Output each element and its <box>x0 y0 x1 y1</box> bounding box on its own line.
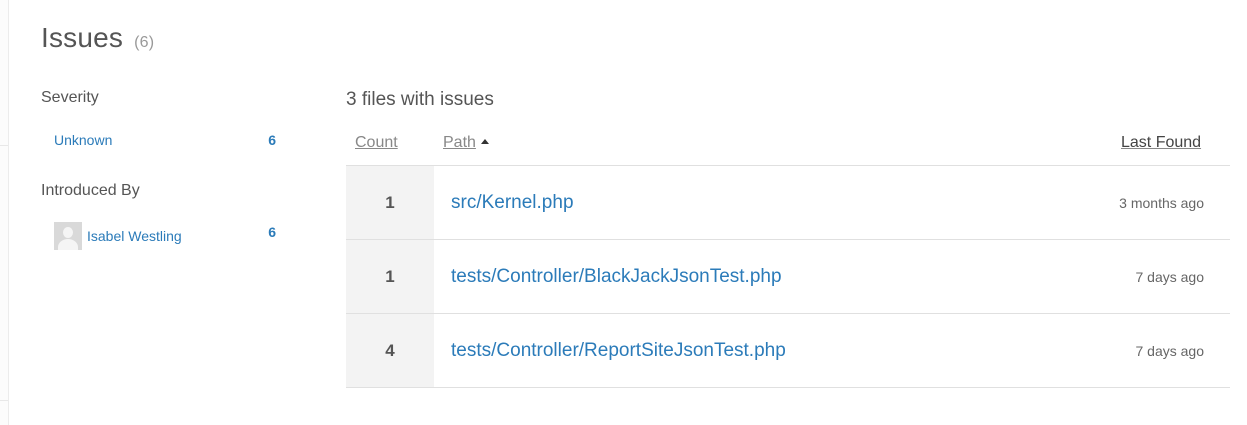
introduced-by-user-link[interactable]: Isabel Westling <box>87 228 182 244</box>
severity-unknown-link[interactable]: Unknown <box>54 132 112 148</box>
column-header-path-label: Path <box>443 134 476 151</box>
files-heading: 3 files with issues <box>346 89 494 110</box>
issues-count: (6) <box>134 34 155 51</box>
file-path-cell: tests/Controller/ReportSiteJsonTest.php <box>451 314 786 387</box>
sort-ascending-icon <box>480 139 489 144</box>
file-path-link[interactable]: src/Kernel.php <box>451 192 574 214</box>
last-found-cell: 7 days ago <box>1135 342 1205 359</box>
default-avatar-icon <box>54 222 82 250</box>
sidebar-divider <box>0 90 8 146</box>
introduced-by-facet-isabel[interactable]: Isabel Westling 6 <box>54 220 276 252</box>
file-path-link[interactable]: tests/Controller/ReportSiteJsonTest.php <box>451 340 786 362</box>
file-path-cell: tests/Controller/BlackJackJsonTest.php <box>451 240 782 313</box>
issue-count-cell: 1 <box>346 166 434 239</box>
severity-unknown-count: 6 <box>268 132 276 148</box>
column-header-last-found[interactable]: Last Found <box>1121 134 1201 152</box>
introduced-by-heading: Introduced By <box>41 182 140 199</box>
last-found-cell: 3 months ago <box>1119 194 1204 211</box>
column-header-count[interactable]: Count <box>355 134 398 152</box>
sidebar-divider <box>0 145 8 401</box>
facet-user: Isabel Westling <box>54 222 182 250</box>
file-path-cell: src/Kernel.php <box>451 166 574 239</box>
page: Issues (6) Severity Unknown 6 Introduced… <box>0 0 1247 425</box>
introduced-by-user-count: 6 <box>268 224 276 240</box>
issue-count-cell: 1 <box>346 240 434 313</box>
table-row: 1 tests/Controller/BlackJackJsonTest.php… <box>346 240 1230 314</box>
file-path-link[interactable]: tests/Controller/BlackJackJsonTest.php <box>451 266 782 288</box>
column-header-path[interactable]: Path <box>443 134 489 152</box>
table-row: 1 src/Kernel.php 3 months ago <box>346 166 1230 240</box>
severity-heading: Severity <box>41 89 99 106</box>
last-found-cell: 7 days ago <box>1135 268 1205 285</box>
page-title: Issues (6) <box>41 22 154 54</box>
page-title-text: Issues <box>41 22 124 53</box>
left-edge-sidebar <box>0 0 9 425</box>
severity-facet-unknown[interactable]: Unknown 6 <box>54 125 276 155</box>
issue-count-cell: 4 <box>346 314 434 387</box>
table-row: 4 tests/Controller/ReportSiteJsonTest.ph… <box>346 314 1230 388</box>
